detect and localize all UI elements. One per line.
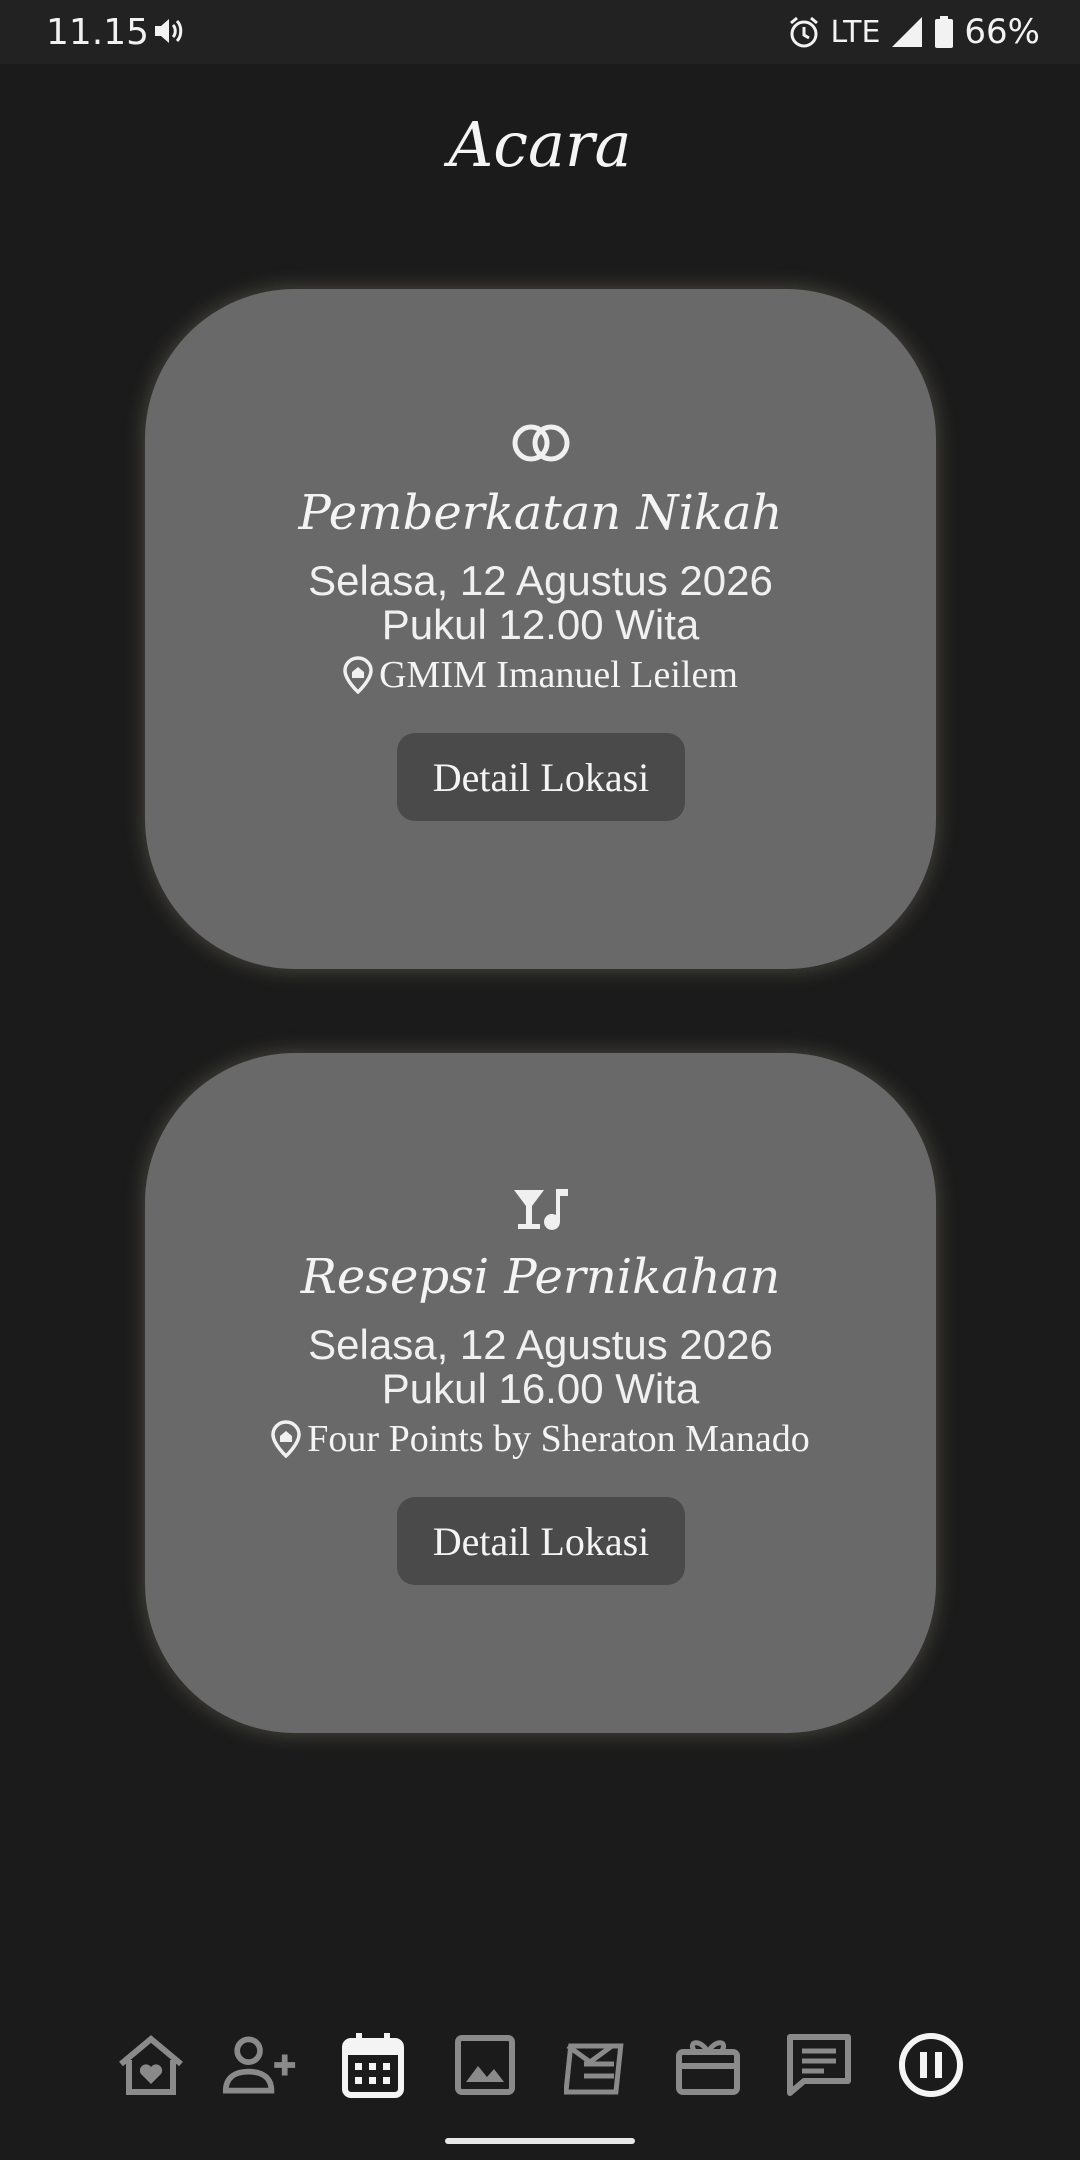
- detail-location-button[interactable]: Detail Lokasi: [397, 733, 685, 821]
- event-title: Pemberkatan Nikah: [298, 485, 783, 541]
- event-time: Pukul 12.00 Wita: [381, 601, 700, 648]
- nav-music-toggle[interactable]: [893, 2030, 969, 2100]
- event-date: Selasa, 12 Agustus 2026: [308, 557, 773, 604]
- location-name: GMIM Imanuel Leilem: [379, 654, 738, 696]
- event-time: Pukul 16.00 Wita: [381, 1365, 700, 1412]
- nav-gallery[interactable]: [447, 2030, 523, 2100]
- event-card: Resepsi Pernikahan Selasa, 12 Agustus 20…: [145, 1053, 936, 1733]
- location-pin-icon: [343, 656, 373, 694]
- location-pin-icon: [271, 1420, 302, 1458]
- page-title: Acara: [448, 108, 632, 181]
- gift-icon: [676, 2040, 740, 2095]
- signal-icon: [892, 17, 923, 47]
- nav-home[interactable]: [113, 2030, 189, 2100]
- battery-icon: [935, 16, 954, 48]
- status-bar: 11.15 LTE 66%: [0, 0, 1080, 64]
- calendar-icon: [342, 2033, 404, 2098]
- gift-card-icon: [564, 2043, 624, 2095]
- event-location: GMIM Imanuel Leilem: [145, 653, 936, 697]
- status-time: 11.15: [46, 12, 150, 53]
- bottom-nav: [0, 2000, 1080, 2160]
- home-indicator[interactable]: [445, 2138, 635, 2144]
- pause-icon: [899, 2033, 963, 2097]
- location-name: Four Points by Sheraton Manado: [307, 1418, 810, 1460]
- network-type: LTE: [830, 14, 881, 50]
- event-card: Pemberkatan Nikah Selasa, 12 Agustus 202…: [145, 289, 936, 969]
- event-location: Four Points by Sheraton Manado: [145, 1417, 936, 1461]
- home-heart-icon: [119, 2035, 183, 2095]
- chat-icon: [787, 2034, 851, 2096]
- detail-location-button[interactable]: Detail Lokasi: [397, 1497, 685, 1585]
- add-guest-icon: [222, 2036, 296, 2094]
- rings-icon: [512, 424, 569, 462]
- gallery-icon: [455, 2035, 515, 2095]
- nav-card[interactable]: [559, 2030, 635, 2100]
- event-title: Resepsi Pernikahan: [300, 1249, 781, 1305]
- battery-level: 66%: [964, 12, 1040, 52]
- nav-event[interactable]: [335, 2030, 411, 2100]
- event-date: Selasa, 12 Agustus 2026: [308, 1321, 773, 1368]
- cocktail-music-icon: [513, 1189, 568, 1230]
- nav-gift[interactable]: [670, 2030, 746, 2100]
- alarm-icon: [789, 16, 818, 48]
- nav-chat[interactable]: [781, 2030, 857, 2100]
- volume-icon: [155, 19, 183, 43]
- nav-guest[interactable]: [222, 2030, 298, 2100]
